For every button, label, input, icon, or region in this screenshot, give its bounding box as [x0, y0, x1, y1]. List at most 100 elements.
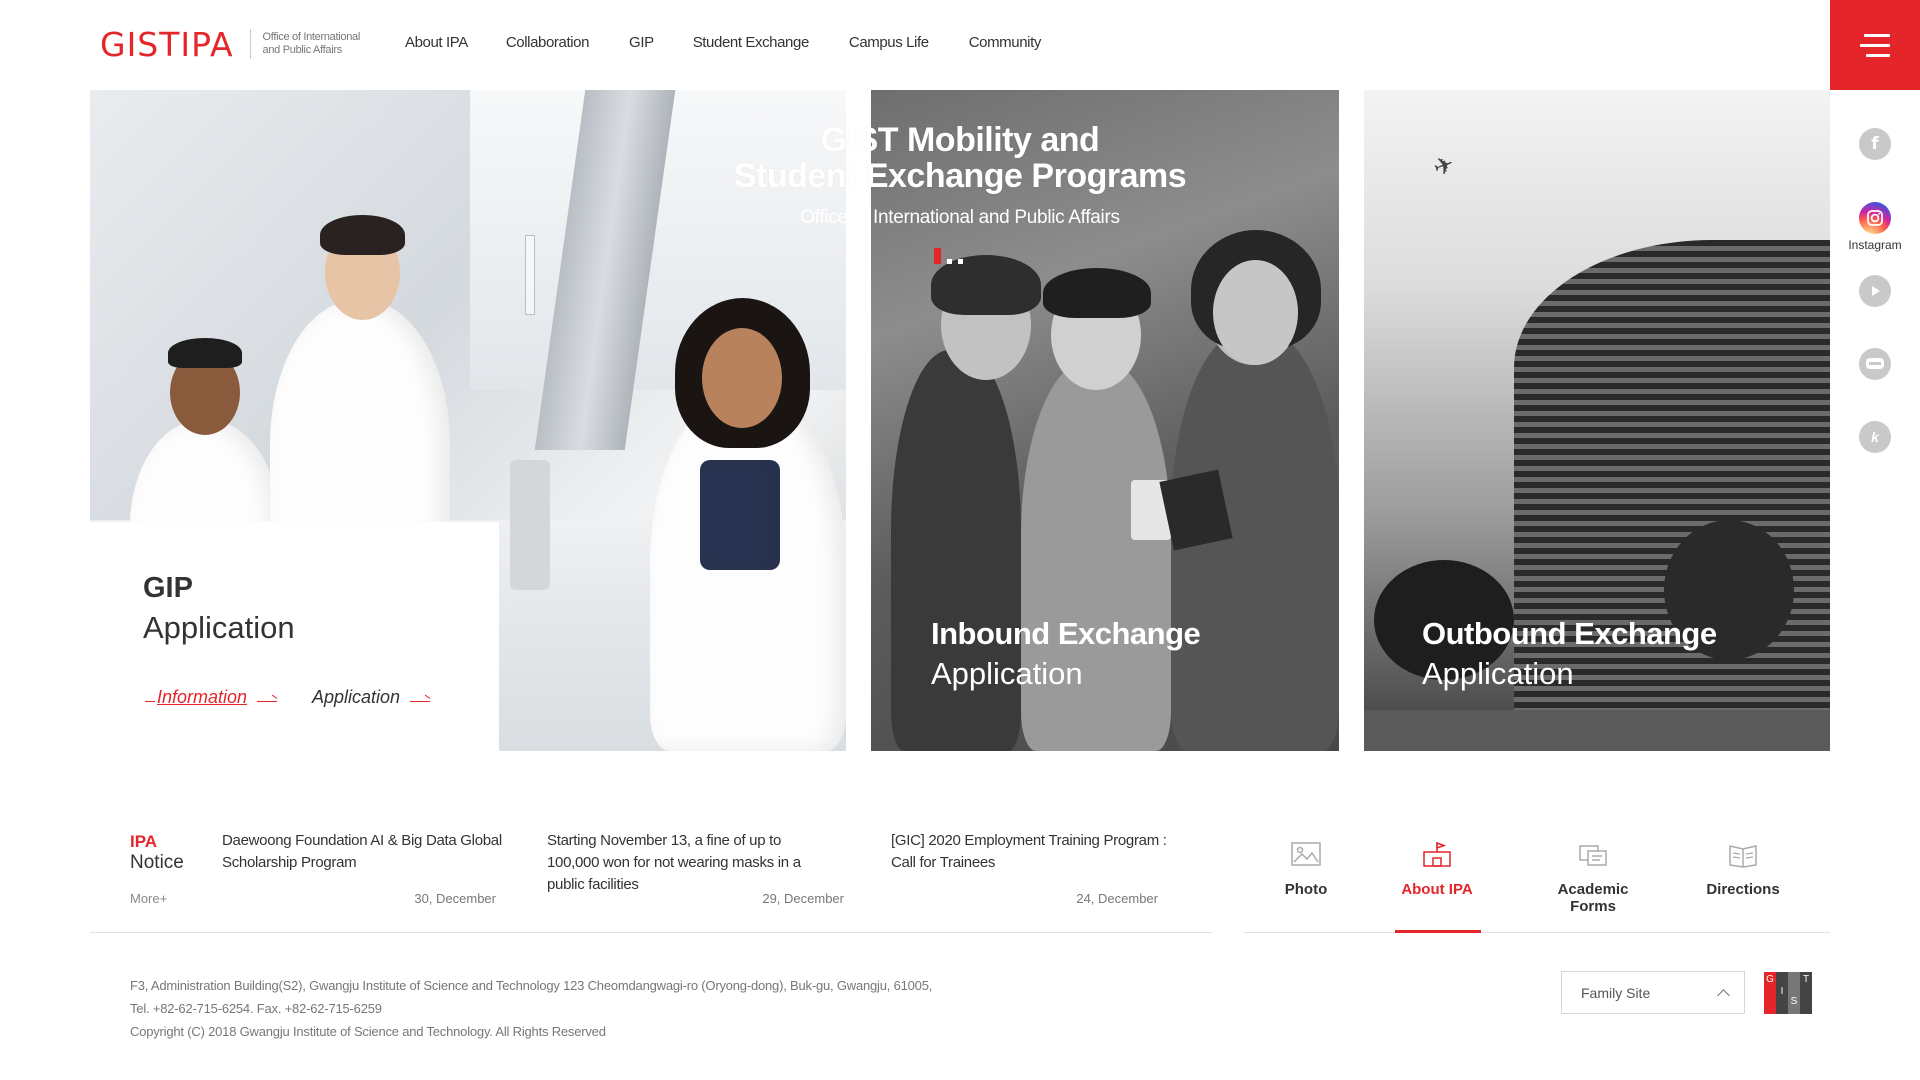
link-prefix-line [145, 701, 155, 702]
chevron-up-icon [1717, 988, 1730, 1002]
notice-item-date: 29, December [762, 891, 844, 906]
kakao-icon: k [1859, 421, 1891, 453]
hamburger-line [1866, 53, 1890, 57]
hero-title-line1: GIST Mobility and [820, 121, 1100, 159]
family-site-select[interactable]: Family Site [1561, 971, 1745, 1014]
gist-logo-letter: T [1800, 972, 1812, 1014]
lab-person-shirt [700, 460, 780, 570]
footer-address: F3, Administration Building(S2), Gwangju… [130, 978, 933, 993]
logo-sub-line2: and Public Affairs [262, 44, 343, 56]
road-image [1364, 710, 1830, 751]
lab-person-hair [320, 215, 405, 255]
gip-application-link[interactable]: Application [312, 687, 431, 708]
gist-logo-letter: I [1776, 972, 1788, 1014]
hamburger-line [1860, 43, 1890, 47]
footer-info: F3, Administration Building(S2), Gwangju… [130, 974, 932, 1043]
gip-application-label: Application [312, 687, 401, 707]
logo-ipa: IPA [180, 24, 234, 64]
footer-copyright: Copyright (C) 2018 Gwangju Institute of … [130, 1024, 606, 1039]
quicklink-directions-label: Directions [1706, 881, 1780, 898]
slide-dot[interactable] [947, 259, 952, 264]
blog-icon [1859, 348, 1891, 380]
gip-title: GIP [143, 572, 193, 604]
quicklink-active-indicator [1395, 930, 1481, 933]
instagram-label: Instagram [1848, 238, 1902, 252]
footer-contact: Tel. +82-62-715-6254. Fax. +82-62-715-62… [130, 1001, 382, 1016]
hero-subtitle: Office of International and Public Affai… [800, 207, 1120, 228]
logo-gist: GIST [100, 24, 181, 64]
logo-sub-line1: Office of International [262, 31, 361, 43]
notice-item-title[interactable]: [GIC] 2020 Employment Training Program :… [891, 830, 1181, 874]
notice-divider [90, 932, 1212, 933]
student-hair [1043, 268, 1151, 318]
arrow-right-icon [257, 701, 278, 702]
slide-indicators [934, 248, 963, 264]
inbound-title: Inbound Exchange [931, 616, 1201, 651]
social-kakao[interactable]: k [1830, 421, 1920, 453]
microscope-image [510, 460, 550, 590]
nav-community[interactable]: Community [969, 34, 1042, 51]
social-youtube[interactable] [1830, 275, 1920, 307]
test-tube-image [525, 235, 535, 315]
nav-about-ipa[interactable]: About IPA [405, 34, 468, 51]
outbound-title: Outbound Exchange [1422, 616, 1717, 651]
facebook-icon: f [1859, 128, 1891, 160]
quicklink-photo[interactable]: Photo [1246, 842, 1366, 898]
gip-information-link[interactable]: Information [145, 687, 278, 708]
quicklink-about-ipa[interactable]: About IPA [1377, 842, 1497, 898]
nav-campus-life[interactable]: Campus Life [849, 34, 929, 51]
notice-more-link[interactable]: More+ [130, 891, 167, 906]
notice-ipa-label: IPA [130, 832, 158, 851]
quicklink-forms-label: Academic Forms [1557, 881, 1629, 915]
site-logo[interactable]: GISTIPA Office of International and Publ… [100, 24, 360, 64]
hero-title: GIST Mobility and Student Exchange Progr… [660, 122, 1260, 194]
forms-icon [1533, 842, 1653, 868]
outbound-subtitle: Application [1422, 656, 1574, 691]
slide-dot[interactable] [958, 259, 963, 264]
notice-item-title[interactable]: Starting November 13, a fine of up to 10… [547, 830, 837, 896]
quicklinks-divider [1244, 932, 1830, 933]
quicklink-directions[interactable]: Directions [1683, 842, 1803, 898]
main-nav: About IPA Collaboration GIP Student Exch… [405, 34, 1079, 51]
notice-heading: IPA Notice [130, 832, 184, 874]
student-face [1213, 260, 1298, 365]
gip-subtitle: Application [143, 610, 295, 645]
instagram-icon [1859, 202, 1891, 234]
lab-person-face [702, 328, 782, 428]
hamburger-menu-button[interactable] [1830, 0, 1920, 90]
arrow-right-icon [410, 701, 431, 702]
notice-item-date: 24, December [1076, 891, 1158, 906]
gip-information-label: Information [157, 687, 248, 707]
social-instagram[interactable]: Instagram [1830, 202, 1920, 252]
student-image [1021, 360, 1171, 751]
gist-logo-letter: G [1764, 972, 1776, 1014]
quicklink-academic-forms[interactable]: Academic Forms [1533, 842, 1653, 915]
family-site-label: Family Site [1581, 984, 1651, 1001]
hamburger-line [1864, 33, 1890, 37]
quicklink-about-label: About IPA [1401, 881, 1473, 898]
nav-collaboration[interactable]: Collaboration [506, 34, 590, 51]
lab-person-hair [168, 338, 242, 368]
quicklink-photo-label: Photo [1284, 881, 1328, 898]
social-facebook[interactable]: f [1830, 128, 1920, 160]
nav-gip[interactable]: GIP [629, 34, 654, 51]
gist-logo-letter: S [1788, 972, 1800, 1014]
logo-wordmark: GISTIPA [100, 25, 234, 64]
gist-footer-logo[interactable]: G I S T [1764, 972, 1812, 1014]
social-blog[interactable] [1830, 348, 1920, 380]
student-hair [931, 255, 1041, 315]
logo-divider [249, 29, 251, 59]
photo-icon [1246, 842, 1366, 868]
notice-item-title[interactable]: Daewoong Foundation AI & Big Data Global… [222, 830, 512, 874]
inbound-subtitle: Application [931, 656, 1083, 691]
notice-label: Notice [130, 852, 184, 873]
directions-icon [1683, 842, 1803, 868]
notice-item-date: 30, December [414, 891, 496, 906]
nav-student-exchange[interactable]: Student Exchange [693, 34, 810, 51]
about-icon [1377, 842, 1497, 868]
gip-application-card: GIP Application Information Application [90, 522, 499, 751]
youtube-icon [1859, 275, 1891, 307]
slide-dot-active[interactable] [934, 248, 941, 264]
airplane-icon: ✈ [1429, 150, 1459, 183]
hero-title-line2: Student Exchange Programs [733, 157, 1187, 195]
